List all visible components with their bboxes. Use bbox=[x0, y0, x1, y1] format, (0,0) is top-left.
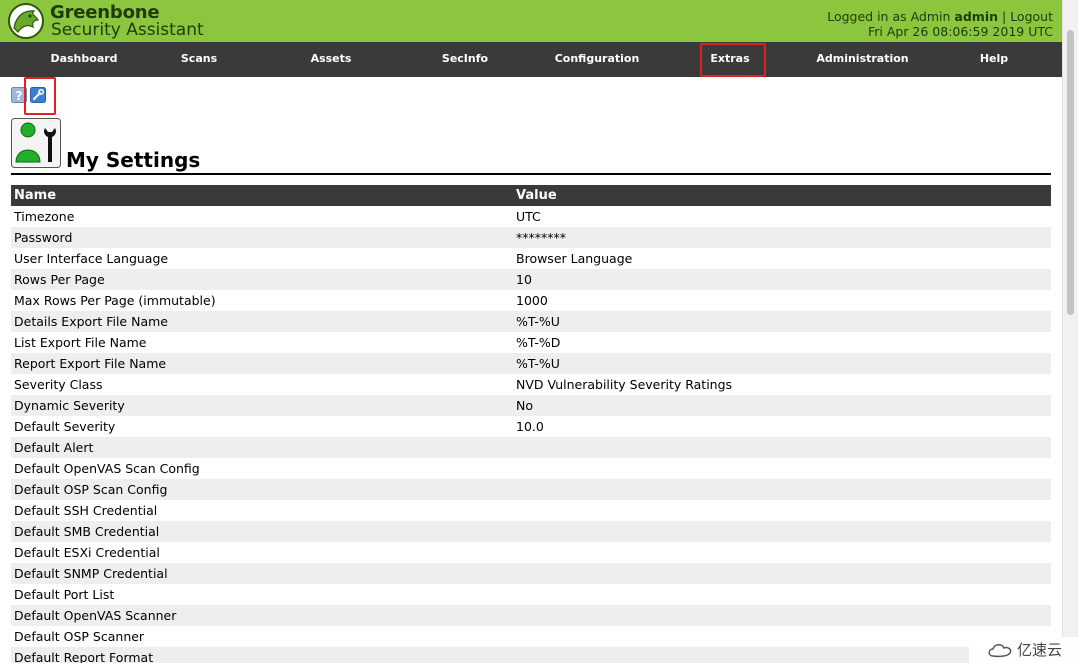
title-divider bbox=[11, 173, 1051, 175]
table-row: Default SNMP Credential bbox=[11, 563, 1051, 584]
table-row: Default Severity 10.0 bbox=[11, 416, 1051, 437]
table-row: Default ESXi Credential bbox=[11, 542, 1051, 563]
svg-text:?: ? bbox=[16, 89, 23, 103]
setting-name: Default ESXi Credential bbox=[14, 545, 160, 560]
table-row: Default OSP Scanner bbox=[11, 626, 1051, 647]
nav-administration[interactable]: Administration bbox=[805, 42, 920, 77]
header-name: Name bbox=[14, 188, 57, 203]
setting-name: Default Alert bbox=[14, 440, 94, 455]
setting-name: Timezone bbox=[14, 209, 75, 224]
setting-value: 1000 bbox=[516, 293, 548, 308]
setting-name: Default Port List bbox=[14, 587, 115, 602]
setting-name: Default Report Format bbox=[14, 650, 154, 663]
setting-name: Default Severity bbox=[14, 419, 116, 434]
page: Greenbone Security Assistant Logged in a… bbox=[0, 0, 1078, 663]
setting-value: 10 bbox=[516, 272, 532, 287]
settings-table: Name Value Timezone UTC Password ******** Us… bbox=[11, 185, 1051, 663]
table-row: Severity Class NVD Vulnerability Severity… bbox=[11, 374, 1051, 395]
setting-name: Default SSH Credential bbox=[14, 503, 158, 518]
setting-value: 10.0 bbox=[516, 419, 544, 434]
nav-configuration[interactable]: Configuration bbox=[537, 42, 657, 77]
nav-scans[interactable]: Scans bbox=[150, 42, 248, 77]
nav-help[interactable]: Help bbox=[960, 42, 1028, 77]
setting-name: Default OSP Scanner bbox=[14, 629, 145, 644]
user-info: Logged in as Admin admin | Logout bbox=[827, 9, 1053, 24]
table-row: Report Export File Name %T-%U bbox=[11, 353, 1051, 374]
setting-name: List Export File Name bbox=[14, 335, 147, 350]
nav-assets[interactable]: Assets bbox=[282, 42, 380, 77]
table-row: Default Report Format bbox=[11, 647, 1051, 663]
nav-secinfo[interactable]: SecInfo bbox=[416, 42, 514, 77]
header-value: Value bbox=[516, 188, 557, 203]
table-row: Rows Per Page 10 bbox=[11, 269, 1051, 290]
setting-name: Details Export File Name bbox=[14, 314, 168, 329]
table-row: Timezone UTC bbox=[11, 206, 1051, 227]
setting-name: Dynamic Severity bbox=[14, 398, 125, 413]
main-nav: Dashboard Scans Assets SecInfo Configura… bbox=[0, 42, 1062, 77]
datetime: Fri Apr 26 08:06:59 2019 UTC bbox=[867, 24, 1053, 39]
setting-value: %T-%D bbox=[516, 335, 561, 350]
setting-name: Report Export File Name bbox=[14, 356, 167, 371]
table-row: Password ******** bbox=[11, 227, 1051, 248]
username-link[interactable]: admin bbox=[954, 9, 998, 24]
setting-value: %T-%U bbox=[516, 356, 560, 371]
table-row: Default SMB Credential bbox=[11, 521, 1051, 542]
table-row: Max Rows Per Page (immutable) 1000 bbox=[11, 290, 1051, 311]
watermark-text: 亿速云 bbox=[1017, 641, 1063, 659]
setting-value: ******** bbox=[516, 230, 566, 245]
watermark: 亿速云 bbox=[969, 637, 1078, 663]
cloud-logo-icon bbox=[988, 644, 1012, 658]
separator: | bbox=[1001, 9, 1007, 24]
setting-name: Default SNMP Credential bbox=[14, 566, 168, 581]
logged-in-label: Logged in as Admin bbox=[827, 9, 955, 24]
brand-subtitle: Security Assistant bbox=[51, 20, 204, 40]
table-row: User Interface Language Browser Language bbox=[11, 248, 1051, 269]
setting-name: Rows Per Page bbox=[14, 272, 105, 287]
table-row: Details Export File Name %T-%U bbox=[11, 311, 1051, 332]
scroll-thumb[interactable] bbox=[1067, 30, 1074, 315]
my-settings-icon bbox=[11, 118, 61, 168]
table-header: Name Value bbox=[11, 185, 1051, 206]
logout-link[interactable]: Logout bbox=[1010, 9, 1053, 24]
setting-name: Severity Class bbox=[14, 377, 103, 392]
table-row: Default Alert bbox=[11, 437, 1051, 458]
table-row: List Export File Name %T-%D bbox=[11, 332, 1051, 353]
greenbone-logo-icon bbox=[8, 3, 44, 39]
setting-name: User Interface Language bbox=[14, 251, 169, 266]
setting-name: Default OSP Scan Config bbox=[14, 482, 168, 497]
setting-name: Password bbox=[14, 230, 73, 245]
vertical-scrollbar[interactable] bbox=[1062, 0, 1078, 663]
table-row: Dynamic Severity No bbox=[11, 395, 1051, 416]
setting-value: NVD Vulnerability Severity Ratings bbox=[516, 377, 733, 392]
setting-value: %T-%U bbox=[516, 314, 560, 329]
table-row: Default OSP Scan Config bbox=[11, 479, 1051, 500]
edit-highlight bbox=[24, 77, 56, 115]
table-row: Default SSH Credential bbox=[11, 500, 1051, 521]
setting-value: No bbox=[516, 398, 533, 413]
setting-name: Default OpenVAS Scanner bbox=[14, 608, 177, 623]
extras-highlight bbox=[700, 43, 766, 77]
app-header: Greenbone Security Assistant Logged in a… bbox=[0, 0, 1062, 42]
page-title: My Settings bbox=[66, 148, 201, 172]
setting-value: Browser Language bbox=[516, 251, 633, 266]
table-row: Default OpenVAS Scan Config bbox=[11, 458, 1051, 479]
setting-name: Default SMB Credential bbox=[14, 524, 160, 539]
setting-name: Max Rows Per Page (immutable) bbox=[14, 293, 216, 308]
table-row: Default OpenVAS Scanner bbox=[11, 605, 1051, 626]
setting-name: Default OpenVAS Scan Config bbox=[14, 461, 200, 476]
table-row: Default Port List bbox=[11, 584, 1051, 605]
setting-value: UTC bbox=[516, 209, 541, 224]
nav-dashboard[interactable]: Dashboard bbox=[18, 42, 150, 77]
